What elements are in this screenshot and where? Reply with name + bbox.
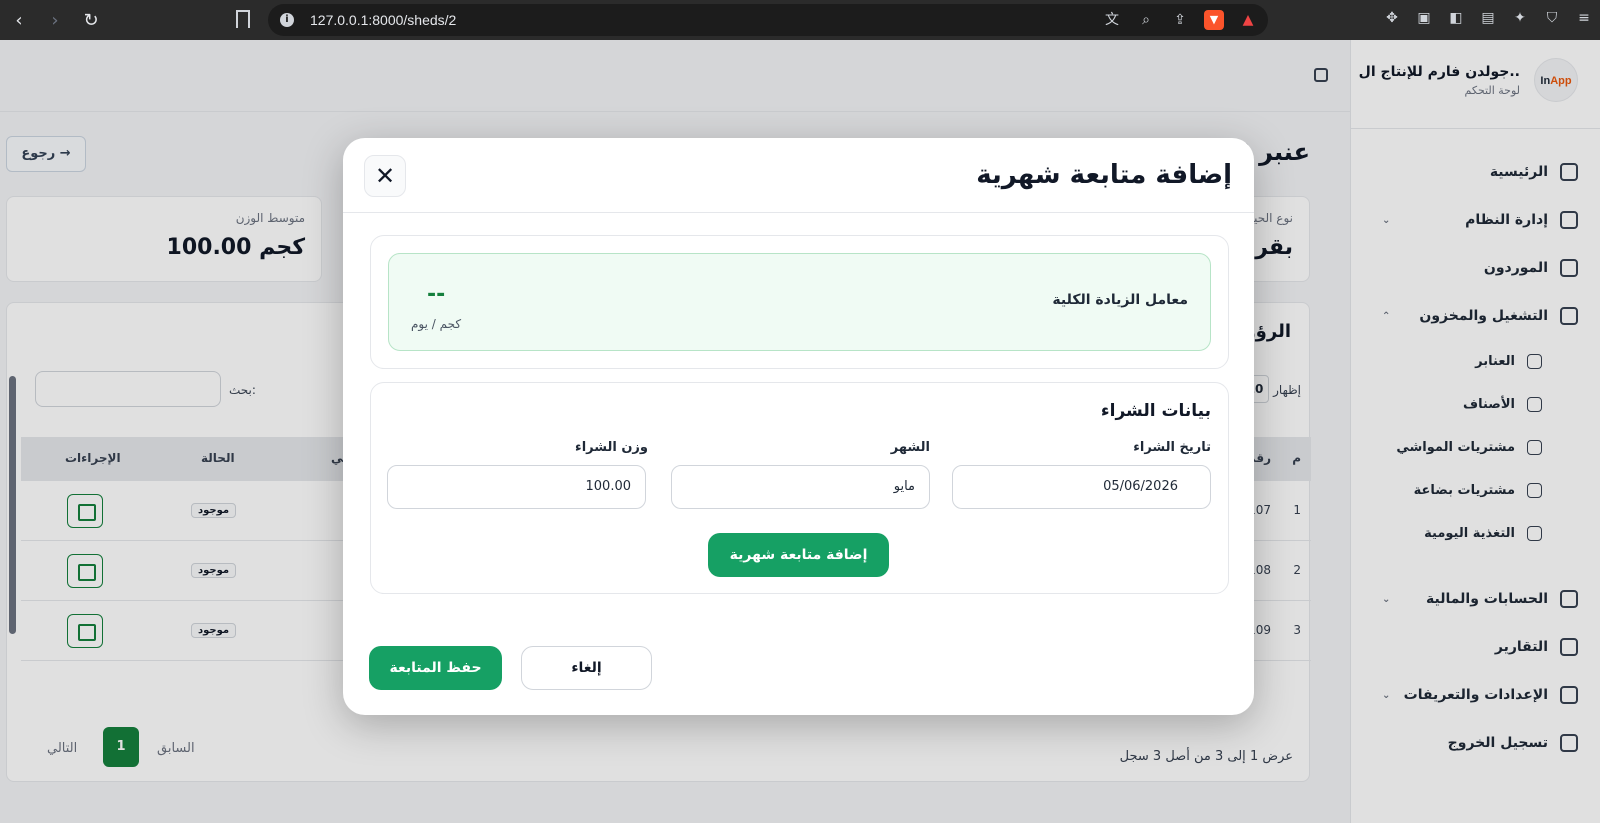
brave-rewards-icon[interactable]: ▲ (1238, 10, 1258, 30)
save-followup-button[interactable]: حفظ المتابعة (369, 646, 502, 690)
close-icon[interactable]: ✕ (364, 155, 406, 197)
bookmark-icon[interactable] (236, 10, 250, 28)
zoom-icon[interactable]: ⌕ (1136, 10, 1156, 30)
back-arrow-icon[interactable]: ‹ (8, 10, 30, 31)
brave-shield-icon[interactable]: ▼ (1204, 10, 1224, 30)
browser-toolbar: ‹ › ↻ i 127.0.0.1:8000/sheds/2 文 ⌕ ⇪ ▼ ▲… (0, 0, 1600, 40)
modal-title: إضافة متابعة شهرية (976, 160, 1232, 190)
menu-icon[interactable]: ≡ (1574, 8, 1594, 28)
wallet-icon[interactable]: ▤ (1478, 8, 1498, 28)
reload-icon[interactable]: ↻ (80, 10, 102, 31)
add-monthly-followup-button[interactable]: إضافة متابعة شهرية (708, 533, 889, 577)
purchase-weight-field[interactable]: 100.00 (387, 465, 646, 509)
purchase-date-label: تاريخ الشراء (1133, 440, 1211, 455)
gain-value: -- (427, 282, 446, 307)
share-icon[interactable]: ⇪ (1170, 10, 1190, 30)
purchase-weight-label: وزن الشراء (575, 440, 648, 455)
reader-icon[interactable]: ▣ (1414, 8, 1434, 28)
gain-section: معامل الزيادة الكلية -- كجم / يوم (370, 235, 1229, 369)
extensions-icon[interactable]: ✥ (1382, 8, 1402, 28)
month-field[interactable]: مايو (671, 465, 930, 509)
gain-unit: كجم / يوم (411, 317, 462, 331)
translate-icon[interactable]: 文 (1102, 10, 1122, 30)
cancel-button[interactable]: إلغاء (521, 646, 652, 690)
monthly-followup-modal: إضافة متابعة شهرية ✕ معامل الزيادة الكلي… (343, 138, 1254, 715)
gain-box: معامل الزيادة الكلية -- كجم / يوم (388, 253, 1211, 351)
purchase-data-section: بيانات الشراء تاريخ الشراء 05/06/2026 ال… (370, 382, 1229, 594)
vpn-icon[interactable]: ⛉ (1542, 8, 1562, 28)
browser-nav: ‹ › ↻ (0, 10, 102, 31)
site-info-icon[interactable]: i (280, 13, 294, 27)
gain-label: معامل الزيادة الكلية (1052, 292, 1188, 308)
month-label: الشهر (890, 440, 930, 455)
sidebar-toggle-icon[interactable]: ◧ (1446, 8, 1466, 28)
leo-ai-icon[interactable]: ✦ (1510, 8, 1530, 28)
url-text[interactable]: 127.0.0.1:8000/sheds/2 (310, 12, 456, 28)
purchase-date-field[interactable]: 05/06/2026 (952, 465, 1211, 509)
address-bar[interactable]: i 127.0.0.1:8000/sheds/2 文 ⌕ ⇪ ▼ ▲ (268, 4, 1268, 36)
divider (343, 212, 1254, 213)
forward-arrow-icon[interactable]: › (44, 10, 66, 31)
section-title: بيانات الشراء (1100, 401, 1211, 421)
